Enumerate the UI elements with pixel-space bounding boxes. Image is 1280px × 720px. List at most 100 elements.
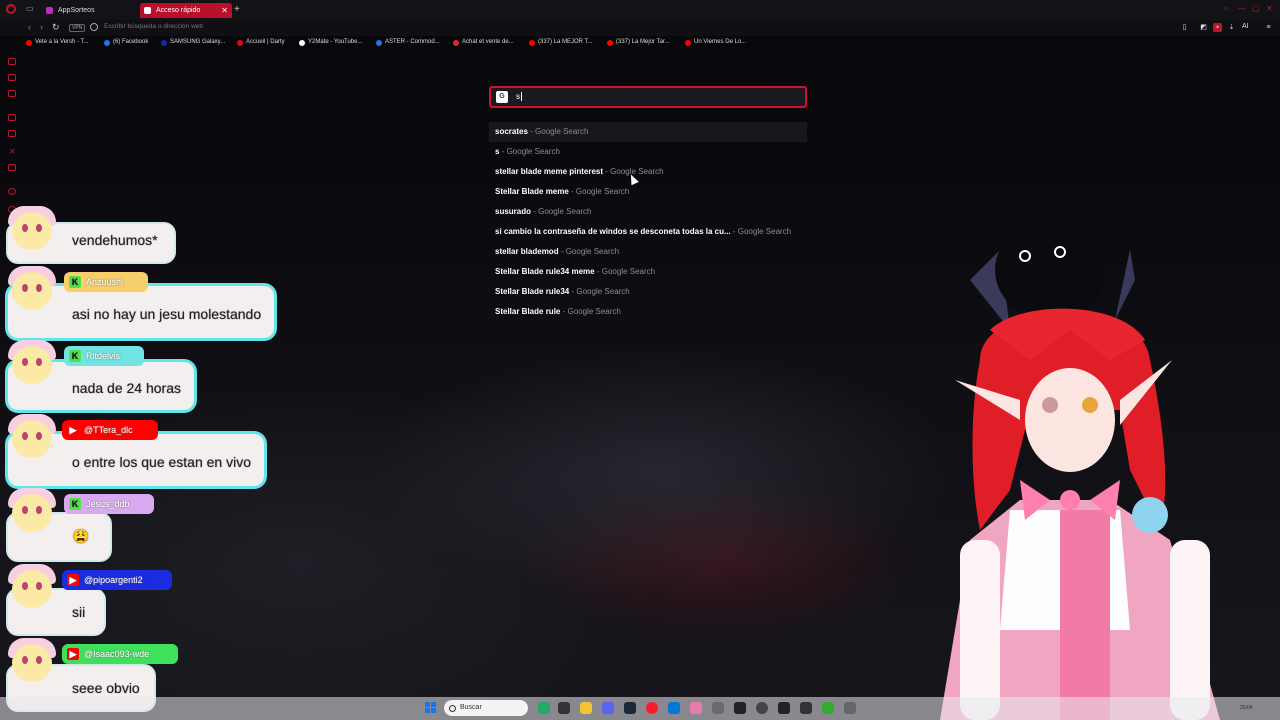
- chat-avatar: [8, 488, 58, 534]
- apps-icon[interactable]: [668, 702, 680, 714]
- suggestion-item[interactable]: stellar blade meme pinterest - Google Se…: [489, 162, 807, 182]
- minimize-icon[interactable]: —: [1238, 4, 1246, 13]
- app-icon[interactable]: [690, 702, 702, 714]
- suggestion-query: Stellar Blade meme: [495, 187, 569, 196]
- task-view-icon[interactable]: [558, 702, 570, 714]
- taskbar-search[interactable]: Buscar: [444, 700, 528, 716]
- sidebar-music-icon[interactable]: [8, 164, 16, 171]
- bookmark-item[interactable]: (6) Facebook: [104, 39, 148, 46]
- vtuber-avatar: [940, 210, 1220, 720]
- steam-icon[interactable]: [624, 702, 636, 714]
- sidebar-twitch-icon[interactable]: [8, 130, 16, 137]
- sidebar-instagram-icon[interactable]: [8, 114, 16, 121]
- tab-close-icon[interactable]: ✕: [221, 3, 228, 18]
- taskbar-search-label: Buscar: [460, 704, 482, 711]
- close-window-icon[interactable]: ✕: [1266, 4, 1273, 13]
- app-icon[interactable]: [734, 702, 746, 714]
- suggestion-item[interactable]: Stellar Blade rule34 - Google Search: [489, 282, 807, 302]
- chat-username: Anzuushi: [86, 277, 124, 287]
- chat-username-tag: ▶ @TTera_dlc: [62, 420, 158, 440]
- aster-icon: [376, 40, 382, 46]
- suggestion-query: Stellar Blade rule: [495, 307, 561, 316]
- y2mate-icon: [299, 40, 305, 46]
- suggestion-query: socrates: [495, 127, 528, 136]
- widgets-icon[interactable]: [538, 702, 550, 714]
- bookmark-item[interactable]: SAMSUNG Galaxy...: [161, 39, 225, 46]
- chat-username-tag: K Anzuushi: [64, 272, 148, 292]
- sidebar-messenger-icon[interactable]: [8, 74, 16, 81]
- app-icon[interactable]: [778, 702, 790, 714]
- snapshot-icon[interactable]: ◩: [1199, 23, 1208, 32]
- maximize-icon[interactable]: ▢: [1252, 4, 1260, 13]
- search-icon: [449, 705, 456, 712]
- downloads-icon[interactable]: ⇣: [1227, 23, 1236, 32]
- google-icon[interactable]: G: [496, 91, 508, 103]
- windows-start-icon[interactable]: [425, 702, 437, 714]
- back-icon[interactable]: ‹: [28, 22, 31, 32]
- extension-icon[interactable]: ▪: [1213, 23, 1222, 32]
- aria-ai-button[interactable]: AI: [1242, 23, 1249, 30]
- bookmark-item[interactable]: Accueil | Darty: [237, 39, 285, 46]
- samsung-icon: [161, 40, 167, 46]
- bookmark-label: Vete a la Versh - T...: [35, 39, 89, 45]
- sidebar-history-icon[interactable]: [8, 188, 16, 195]
- chat-message: 😩: [72, 528, 90, 544]
- suggestion-item[interactable]: Stellar Blade meme - Google Search: [489, 182, 807, 202]
- vtube-studio-icon[interactable]: [712, 702, 724, 714]
- suggestion-item[interactable]: s - Google Search: [489, 142, 807, 162]
- kick-icon: K: [69, 350, 81, 362]
- bookmark-item[interactable]: Y2Mate - YouTube...: [299, 39, 362, 46]
- sidebar-x-icon[interactable]: ✕: [9, 147, 16, 156]
- kick-icon: K: [69, 498, 81, 510]
- suggestion-item[interactable]: Stellar Blade rule - Google Search: [489, 302, 807, 322]
- chat-username: @pipoargenti2: [84, 575, 143, 585]
- suggestion-source: - Google Search: [560, 247, 620, 256]
- suggestion-item[interactable]: si cambio la contraseña de windos se des…: [489, 222, 807, 242]
- face: [1025, 368, 1115, 472]
- opera-gx-icon[interactable]: [646, 702, 658, 714]
- bookmark-item[interactable]: Vete a la Versh - T...: [26, 39, 89, 46]
- sidebar-home-icon[interactable]: [8, 58, 16, 65]
- chat-message: vendehumos*: [72, 232, 158, 248]
- settings-icon[interactable]: [844, 702, 856, 714]
- address-input[interactable]: Escribir búsqueda o dirección web: [104, 23, 203, 30]
- app-icon[interactable]: [822, 702, 834, 714]
- youtube-icon: [26, 40, 32, 46]
- taskbar-clock[interactable]: 25/04: [1240, 705, 1253, 711]
- bookmark-item[interactable]: Un Viernes De Lo...: [685, 39, 746, 46]
- bookmark-icon[interactable]: ▯: [1180, 23, 1189, 32]
- kick-icon: K: [69, 276, 81, 288]
- chat-avatar: [8, 266, 58, 312]
- bookmark-item[interactable]: (337) La Mejor Tar...: [607, 39, 670, 46]
- file-explorer-icon[interactable]: [580, 702, 592, 714]
- chat-avatar: [8, 638, 58, 684]
- suggestion-item[interactable]: socrates - Google Search: [489, 122, 807, 142]
- bookmark-item[interactable]: (337) La MEJOR T...: [529, 39, 593, 46]
- opera-logo-icon[interactable]: [6, 4, 16, 14]
- horn-right: [1115, 250, 1135, 320]
- suggestion-source: - Google Search: [530, 127, 589, 136]
- suggestion-item[interactable]: susurado - Google Search: [489, 202, 807, 222]
- search-input[interactable]: s: [516, 92, 522, 102]
- chat-message: seee obvio: [72, 680, 140, 696]
- reload-icon[interactable]: ↻: [52, 22, 60, 33]
- obs-icon[interactable]: [756, 702, 768, 714]
- suggestion-item[interactable]: stellar blademod - Google Search: [489, 242, 807, 262]
- speed-dial-search-box[interactable]: G s: [489, 86, 807, 108]
- bookmark-item[interactable]: Achat et vente de...: [453, 39, 514, 46]
- discord-icon[interactable]: [602, 702, 614, 714]
- tab-acceso-rapido[interactable]: Acceso rápido ✕: [140, 3, 232, 18]
- bookmark-item[interactable]: ASTER - Commod...: [376, 39, 440, 46]
- search-tabs-icon[interactable]: ⌕: [1224, 4, 1228, 14]
- menu-icon[interactable]: ≡: [1264, 23, 1273, 32]
- new-tab-icon[interactable]: +: [234, 4, 240, 15]
- tab-appsorteos[interactable]: AppSorteos: [42, 3, 137, 18]
- forward-icon[interactable]: ›: [40, 22, 43, 32]
- workspaces-icon[interactable]: ▭: [26, 4, 34, 13]
- vpn-badge[interactable]: VPN: [69, 24, 86, 32]
- suggestion-list: socrates - Google Search s - Google Sear…: [489, 122, 807, 322]
- bookmark-label: (337) La Mejor Tar...: [616, 39, 670, 45]
- suggestion-item[interactable]: Stellar Blade rule34 meme - Google Searc…: [489, 262, 807, 282]
- chrome-icon[interactable]: [800, 702, 812, 714]
- sidebar-whatsapp-icon[interactable]: [8, 90, 16, 97]
